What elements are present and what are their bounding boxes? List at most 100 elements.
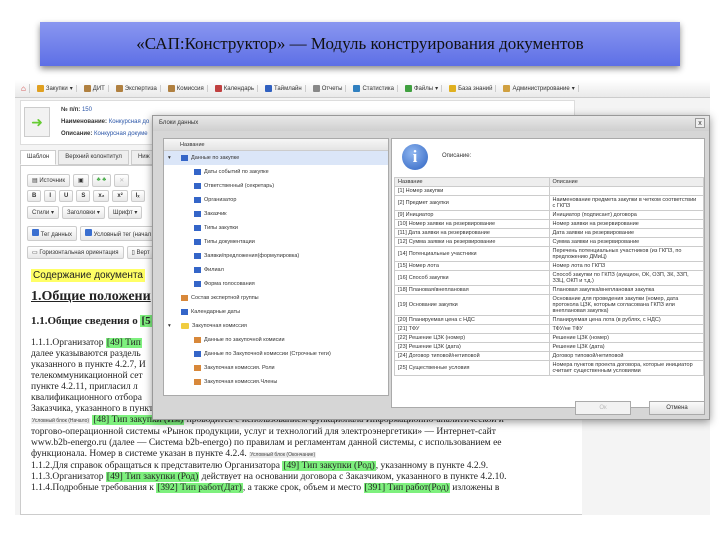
- menu-icon: [167, 85, 175, 92]
- menu-8[interactable]: Файлы ▾: [402, 85, 443, 92]
- tree-node[interactable]: Филиал: [164, 263, 388, 277]
- cancel-button[interactable]: Отмена: [649, 401, 705, 415]
- table-row[interactable]: [11] Дата заявки на резервирование Дата з…: [394, 228, 704, 238]
- format-button-0[interactable]: B: [27, 190, 42, 202]
- tree-node[interactable]: Типы документации: [164, 235, 388, 249]
- table-row[interactable]: [19] Основание закупки Основание для пров…: [394, 294, 704, 316]
- home-icon[interactable]: ⌂: [18, 84, 30, 93]
- table-row[interactable]: [9] Инициатор Инициатор (подписант) догов…: [394, 210, 704, 220]
- tab-header[interactable]: Верхний колонтитул: [58, 150, 129, 165]
- format-button-3[interactable]: S: [76, 190, 91, 202]
- table-row[interactable]: [20] Планируемая цена с НДС Планируемая ц…: [394, 315, 704, 325]
- menu-9[interactable]: База знаний: [446, 85, 497, 92]
- column-header-description: Описание: [548, 177, 704, 187]
- format-button-4[interactable]: x₂: [93, 190, 110, 202]
- field-name: [10] Номер заявки на резервирование: [394, 219, 550, 229]
- tree-node[interactable]: Организатор: [164, 193, 388, 207]
- menu-7[interactable]: Статистика: [350, 85, 398, 92]
- field-name: [18] Плановая/внеплановая: [394, 285, 550, 295]
- format-button-1[interactable]: I: [44, 190, 57, 202]
- tree-node[interactable]: Заказчик: [164, 207, 388, 221]
- save-icon[interactable]: ▣: [72, 174, 89, 187]
- block-icon: [194, 253, 201, 259]
- menu-3[interactable]: Комиссия: [165, 85, 208, 92]
- field-name: [24] Договор типовой/нетиповой: [394, 351, 550, 361]
- landscape-button[interactable]: ▭ Горизонтальная ориентация: [27, 246, 124, 259]
- field-name: [20] Планируемая цена с НДС: [394, 315, 550, 325]
- conditional-tag-button[interactable]: Условный тег (начал: [79, 226, 157, 241]
- menu-0[interactable]: Закупки ▾: [34, 85, 77, 92]
- tree-node[interactable]: Даты событий по закупке: [164, 165, 388, 179]
- portrait-button[interactable]: ▯ Верт: [126, 246, 155, 259]
- folder-icon: [181, 323, 189, 329]
- table-row[interactable]: [12] Сумма заявки на резервирование Сумма…: [394, 237, 704, 247]
- insert-icons[interactable]: ♣ ♣: [91, 174, 112, 187]
- format-button-5[interactable]: x²: [112, 190, 128, 202]
- expand-icon[interactable]: ▾: [168, 323, 178, 329]
- tree-node[interactable]: Типы закупки: [164, 221, 388, 235]
- ok-button[interactable]: Ок: [575, 401, 631, 415]
- tree-node[interactable]: Календарные даты: [164, 305, 388, 319]
- content-label: Содержание документа: [31, 269, 145, 282]
- styles-dropdown[interactable]: Стили ▾: [27, 206, 59, 219]
- tree-node[interactable]: ▾ Закупочная комиссия: [164, 319, 388, 333]
- menu-4[interactable]: Календарь: [212, 85, 258, 92]
- field-name: [23] Решение ЦЗК (дата): [394, 342, 550, 352]
- tree-node[interactable]: Закупочная комиссия. Роли: [164, 361, 388, 375]
- close-icon[interactable]: x: [695, 118, 705, 128]
- headings-dropdown[interactable]: Заголовки ▾: [61, 206, 105, 219]
- table-row[interactable]: [10] Номер заявки на резервирование Номер…: [394, 219, 704, 229]
- field-description: Номер заявки на резервирование: [548, 219, 704, 229]
- block-icon: [194, 197, 201, 203]
- table-row[interactable]: [25] Существенные условия Номера пунктов …: [394, 360, 704, 376]
- menu-10[interactable]: Администрирование ▾: [500, 85, 579, 92]
- menu-icon: [265, 85, 272, 92]
- data-tag-button[interactable]: Тег данных: [27, 226, 77, 241]
- column-header-name: Название: [394, 177, 550, 187]
- format-button-2[interactable]: U: [59, 190, 74, 202]
- field-description: Планируемая цена лота (в рублях, с НДС): [548, 315, 704, 325]
- block-icon: [194, 281, 201, 287]
- field-name: [1] Номер закупки: [394, 186, 550, 196]
- font-dropdown[interactable]: Шрифт ▾: [107, 206, 143, 219]
- tree-node[interactable]: Заявки/предложения(формулировка): [164, 249, 388, 263]
- field-description: Договор типовой/нетиповой: [548, 351, 704, 361]
- source-button[interactable]: ▤ Источник: [27, 174, 70, 187]
- tab-template[interactable]: Шаблон: [20, 150, 57, 165]
- field-description: Способ закупки по ГКПЗ (аукцион, ОК, ОЗП…: [548, 270, 704, 286]
- table-row[interactable]: [24] Договор типовой/нетиповой Договор ти…: [394, 351, 704, 361]
- cut-icon[interactable]: ✕: [114, 174, 130, 187]
- table-row[interactable]: [15] Номер лота Номер лота по ГКПЗ: [394, 261, 704, 271]
- tree-node[interactable]: Данные по закупочной комисии: [164, 333, 388, 347]
- menu-6[interactable]: Отчеты: [310, 85, 347, 92]
- format-button-6[interactable]: Iₓ: [130, 190, 145, 202]
- expand-icon[interactable]: ▾: [168, 155, 178, 161]
- menu-icon: [36, 85, 44, 92]
- data-tag: [391] Тип работ(Род): [363, 483, 450, 493]
- menu-2[interactable]: Экспертиза: [113, 85, 161, 92]
- menu-1[interactable]: ДИТ: [81, 85, 109, 92]
- table-row[interactable]: [18] Плановая/внеплановая Плановая закупк…: [394, 285, 704, 295]
- fields-table: Название Описание [1] Номер закупки [2] Пр…: [394, 177, 704, 376]
- menu-icon: [83, 85, 91, 92]
- back-button[interactable]: ➜: [24, 107, 50, 137]
- table-row[interactable]: [16] Способ закупки Способ закупки по ГКП…: [394, 270, 704, 286]
- tree-node[interactable]: Закупочная комиссия.Члены: [164, 375, 388, 389]
- name-label: Наименование:: [61, 119, 108, 125]
- table-row[interactable]: [2] Предмет закупки Наименование предмета…: [394, 195, 704, 211]
- table-row[interactable]: [1] Номер закупки: [394, 186, 704, 196]
- table-row[interactable]: [23] Решение ЦЗК (дата) Решение ЦЗК (дата…: [394, 342, 704, 352]
- table-row[interactable]: [21] ТФУ ТФУ/не ТФУ: [394, 324, 704, 334]
- table-row[interactable]: [22] Решение ЦЗК (номер) Решение ЦЗК (ном…: [394, 333, 704, 343]
- block-icon: [181, 309, 188, 315]
- table-row[interactable]: [14] Потенциальные участники Перечень пот…: [394, 246, 704, 262]
- slide-title: «САП:Конструктор» — Модуль конструирован…: [40, 22, 680, 66]
- field-description: Основание для проведения закупки (номер,…: [548, 294, 704, 316]
- menu-5[interactable]: Таймлайн: [262, 85, 306, 92]
- tree-node[interactable]: Форма голосования: [164, 277, 388, 291]
- tree-node[interactable]: ▾ Данные по закупке: [164, 151, 388, 165]
- tree-node[interactable]: Ответственный (секретарь): [164, 179, 388, 193]
- tree-node[interactable]: Данные по Закупочной комиссии (Строчные …: [164, 347, 388, 361]
- field-description: [548, 186, 704, 196]
- tree-node[interactable]: Состав экспертной группы: [164, 291, 388, 305]
